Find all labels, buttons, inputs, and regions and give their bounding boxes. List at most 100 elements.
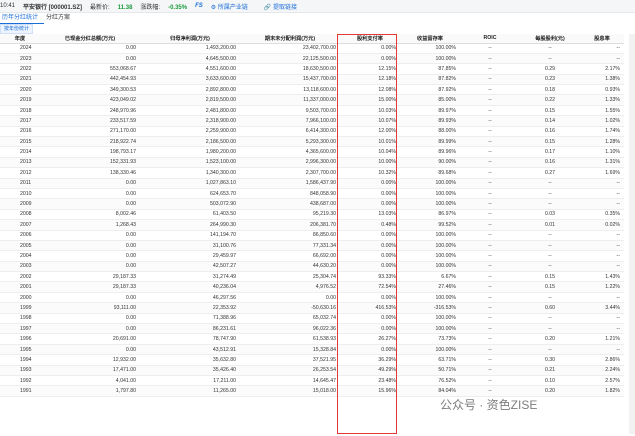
table-row[interactable]: 1993 17,471.00 35,426.40 26,253.54 49.29% 50.… [0, 365, 624, 377]
table-cell: -- [460, 198, 520, 210]
table-row[interactable]: 2010 0.00 624,653.70 848,058.90 0.00% 100.00%… [0, 188, 624, 200]
industry-chain-link[interactable]: ⚙ 所属产业链 [211, 2, 256, 11]
stock-name[interactable]: 平安银行 [000001.SZ] [23, 2, 82, 11]
table-row[interactable]: 1996 20,691.00 78,747.90 61,538.93 26.27% 73.… [0, 333, 624, 345]
table-cell: 26,253.54 [240, 365, 340, 377]
table-cell: 10.03% [340, 105, 400, 117]
table-cell: 20,691.00 [40, 333, 140, 345]
table-row[interactable]: 2016 271,170.00 2,259,900.00 6,414,300.00 12… [0, 126, 624, 138]
table-cell: 10.01% [340, 136, 400, 148]
table-row[interactable]: 2023 0.00 4,645,500.00 22,125,500.00 0.00% 10… [0, 53, 624, 65]
table-cell: 0.23 [520, 74, 580, 86]
table-cell: 0.18 [520, 84, 580, 96]
tab-dividend-plan[interactable]: 分红方案 [44, 13, 76, 23]
table-row[interactable]: 1999 93,111.00 22,353.92 -50,630.16 416.53% -… [0, 302, 624, 314]
col-yield[interactable]: 股息率 [580, 34, 624, 44]
table-cell: 12.08% [340, 84, 400, 96]
table-row[interactable]: 2000 0.00 46,297.56 0.00 0.00% 100.00% -- -- -- [0, 292, 624, 304]
table-cell: 23,402,700.00 [240, 43, 340, 54]
scrollbar[interactable] [629, 34, 635, 434]
col-retained-profit[interactable]: 期末未分配利润(万元) [240, 34, 340, 44]
table-cell: -- [460, 375, 520, 387]
table-cell: 89.99% [400, 136, 460, 148]
table-row[interactable]: 2005 0.00 31,100.76 77,331.34 0.00% 100.00% --… [0, 240, 624, 252]
table-row[interactable]: 2008 8,002.46 61,403.50 95,219.30 13.03% 86.9… [0, 209, 624, 221]
table-row[interactable]: 2020 349,300.53 2,892,800.00 13,118,600.00 1… [0, 84, 624, 96]
fs-icon[interactable]: FS [195, 3, 203, 9]
table-row[interactable]: 1994 12,932.00 35,632.80 37,521.95 36.29% 63.… [0, 354, 624, 366]
table-cell: 423,049.02 [40, 94, 140, 106]
table-cell: 0.35% [580, 209, 624, 221]
table-cell: 0.15 [520, 136, 580, 148]
table-row[interactable]: 2006 0.00 141,194.70 86,850.60 0.00% 100.00% -… [0, 230, 624, 241]
table-cell: -- [460, 115, 520, 127]
table-cell: 46,297.56 [140, 292, 240, 304]
table-cell: -- [460, 136, 520, 148]
table-row[interactable]: 2022 553,068.67 4,551,600.00 18,630,500.00 1… [0, 63, 624, 75]
table-cell: 15,328.84 [240, 344, 340, 356]
table-row[interactable]: 2024 0.00 1,493,200.00 23,402,700.00 0.00% 10… [0, 43, 624, 54]
table-row[interactable]: 2003 0.00 42,507.27 44,630.20 0.00% 100.00% --… [0, 261, 624, 273]
table-cell: -- [580, 178, 624, 189]
table-row[interactable]: 2013 152,331.93 1,523,100.00 2,996,300.00 10… [0, 157, 624, 169]
table-cell: -- [460, 53, 520, 65]
table-header: 年度 已现金分红总额(万元) 归母净利润(万元) 期末未分配利润(万元) 股利支… [0, 34, 624, 44]
table-cell: 1991 [0, 385, 40, 397]
table-row[interactable]: 2001 29,187.33 40,236.04 4,976.52 72.54% 27.4… [0, 281, 624, 293]
table-row[interactable]: 1992 4,041.00 17,211.00 14,645.47 23.48% 76.5… [0, 375, 624, 387]
table-row[interactable]: 2004 0.00 29,459.97 66,692.00 0.00% 100.00% --… [0, 250, 624, 262]
table-cell: 218,922.74 [40, 136, 140, 148]
table-cell: 2005 [0, 240, 40, 252]
table-row[interactable]: 2019 423,049.02 2,819,500.00 11,337,000.00 1… [0, 94, 624, 106]
table-cell: 0.00% [340, 53, 400, 65]
table-row[interactable]: 2017 233,517.59 2,318,900.00 7,966,100.00 10… [0, 115, 624, 127]
table-row[interactable]: 2014 198,793.17 1,980,200.00 4,365,600.00 10… [0, 146, 624, 158]
table-cell: 2021 [0, 74, 40, 86]
table-row[interactable]: 1991 1,797.80 11,265.00 15,018.00 15.96% 84.0… [0, 385, 624, 397]
col-cash-dividend[interactable]: 已现金分红总额(万元) [40, 34, 140, 44]
table-cell: -- [460, 261, 520, 273]
col-year[interactable]: 年度 [0, 34, 40, 44]
table-cell: 43,512.91 [140, 344, 240, 356]
table-cell: -- [460, 302, 520, 314]
table-row[interactable]: 2007 1,268.43 264,990.30 206,381.70 0.48% 99.… [0, 219, 624, 231]
table-cell: 0.20 [520, 333, 580, 345]
table-row[interactable]: 2009 0.00 503,072.90 438,687.00 0.00% 100.00%… [0, 198, 624, 210]
table-cell: 15,437,700.00 [240, 74, 340, 86]
table-row[interactable]: 2021 442,454.93 3,633,600.00 15,437,700.00 1… [0, 74, 624, 86]
table-row[interactable]: 2012 138,330.46 1,340,300.00 2,307,700.00 10… [0, 167, 624, 179]
table-cell: 1.69% [580, 167, 624, 179]
col-payout-ratio[interactable]: 股利支付率 [340, 34, 400, 44]
table-cell: 2023 [0, 53, 40, 65]
col-dps[interactable]: 每股股利(元) [520, 34, 580, 44]
table-row[interactable]: 1995 0.00 43,512.91 15,328.84 0.00% 100.00% --… [0, 344, 624, 356]
table-row[interactable]: 2018 248,970.96 2,481,800.00 9,503,700.00 10… [0, 105, 624, 117]
table-cell: 15.00% [340, 94, 400, 106]
table-row[interactable]: 2011 0.00 1,027,863.10 1,586,437.90 0.00% 100… [0, 178, 624, 189]
table-cell: -- [460, 365, 520, 377]
table-cell: 2016 [0, 126, 40, 138]
subtab-by-year[interactable]: 按年份统计 [0, 24, 34, 34]
table-cell: 100.00% [400, 323, 460, 335]
col-net-profit[interactable]: 归母净利润(万元) [140, 34, 240, 44]
copy-link-button[interactable]: 🔗 提取链接 [264, 2, 305, 11]
col-roic[interactable]: ROIC [460, 34, 520, 44]
table-row[interactable]: 2002 29,187.33 31,274.49 25,304.74 93.33% 6.6… [0, 271, 624, 283]
table-cell: -- [460, 74, 520, 86]
table-cell: 35,426.40 [140, 365, 240, 377]
table-cell: 624,653.70 [140, 188, 240, 200]
table-cell: -- [460, 63, 520, 75]
table-row[interactable]: 1998 0.00 71,388.96 65,032.74 0.00% 100.00% --… [0, 313, 624, 325]
table-row[interactable]: 2015 218,922.74 2,186,500.00 5,293,300.00 10… [0, 136, 624, 148]
table-cell: 1.31% [580, 157, 624, 169]
table-cell: 100.00% [400, 230, 460, 241]
table-cell: 1,027,863.10 [140, 178, 240, 189]
table-cell: 6,414,300.00 [240, 126, 340, 138]
col-retention-ratio[interactable]: 收益留存率 [400, 34, 460, 44]
tab-dividend-stats[interactable]: 历年分红统计 [0, 13, 45, 24]
table-cell: -- [460, 344, 520, 356]
table-row[interactable]: 1997 0.00 86,231.61 96,022.36 0.00% 100.00% --… [0, 323, 624, 335]
table-cell: 2,307,700.00 [240, 167, 340, 179]
table-cell: -- [460, 157, 520, 169]
table-cell: 2000 [0, 292, 40, 304]
